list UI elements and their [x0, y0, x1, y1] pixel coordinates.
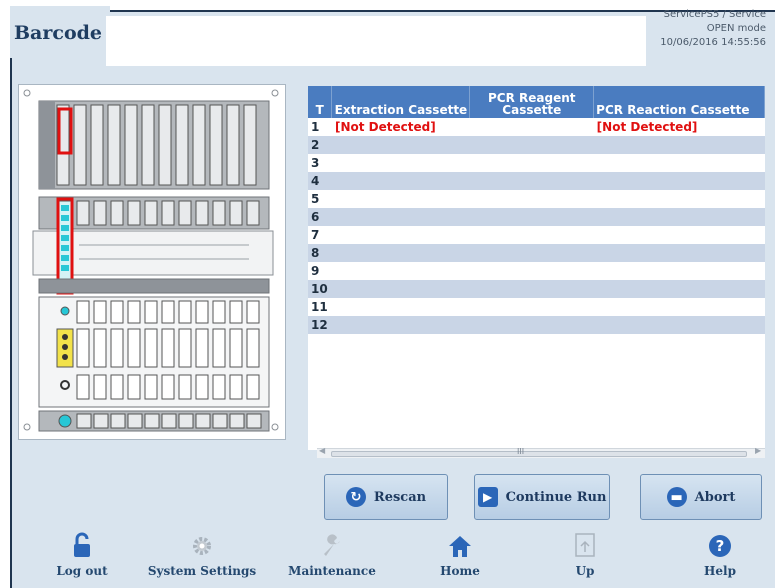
- column-header-t[interactable]: T: [308, 86, 333, 118]
- table-row[interactable]: 6: [308, 208, 765, 226]
- home-label: Home: [440, 564, 480, 578]
- rack-diagram-panel: [18, 84, 286, 440]
- table-row[interactable]: 7: [308, 226, 765, 244]
- horizontal-scrollbar[interactable]: ◀ III ▶: [317, 446, 765, 458]
- table-row[interactable]: 1 [Not Detected] [Not Detected]: [308, 118, 765, 136]
- barcode-table-panel: T Extraction Cassette PCR Reagent Casset…: [308, 86, 765, 450]
- status-user: ServicePS5 / Service: [663, 9, 766, 20]
- column-header-reaction[interactable]: PCR Reaction Cassette: [593, 86, 765, 118]
- table-row[interactable]: 4: [308, 172, 765, 190]
- logout-label: Log out: [56, 564, 108, 578]
- help-label: Help: [704, 564, 736, 578]
- column-header-extraction[interactable]: Extraction Cassette: [331, 86, 471, 118]
- rescan-label: Rescan: [373, 489, 427, 505]
- wrench-icon: [324, 534, 340, 556]
- status-info: ServicePS5 / Service OPEN mode 10/06/201…: [606, 8, 766, 50]
- column-header-reagent[interactable]: PCR Reagent Cassette: [469, 86, 595, 118]
- rack-diagram: [23, 89, 279, 432]
- table-header-row: T Extraction Cassette PCR Reagent Casset…: [308, 86, 765, 118]
- logout-button[interactable]: Log out: [27, 522, 137, 588]
- svg-text:?: ?: [716, 537, 725, 555]
- table-row[interactable]: 3: [308, 154, 765, 172]
- scrollbar-thumb[interactable]: [331, 451, 747, 457]
- header: Barcode ServicePS5 / Service OPEN mode 1…: [0, 0, 766, 66]
- table-row[interactable]: 5: [308, 190, 765, 208]
- up-arrow-document-icon: [575, 533, 595, 557]
- screw-icon: [271, 423, 279, 431]
- system-settings-label: System Settings: [147, 564, 257, 578]
- status-mode: OPEN mode: [706, 23, 766, 34]
- scroll-left-icon[interactable]: ◀: [319, 446, 325, 455]
- up-button[interactable]: Up: [530, 522, 640, 588]
- minus-circle-icon: ▬: [666, 487, 687, 507]
- screw-icon: [271, 89, 279, 97]
- scrollbar-grip: III: [517, 447, 525, 456]
- maintenance-label: Maintenance: [288, 564, 376, 578]
- screw-icon: [23, 89, 31, 97]
- up-label: Up: [575, 564, 595, 578]
- refresh-icon: ↻: [345, 487, 366, 507]
- status-datetime: 10/06/2016 14:55:56: [660, 37, 766, 48]
- play-icon: ▶: [477, 487, 498, 507]
- home-button[interactable]: Home: [405, 522, 515, 588]
- abort-label: Abort: [694, 489, 736, 505]
- table-row[interactable]: 12: [308, 316, 765, 334]
- continue-run-button[interactable]: ▶ Continue Run: [474, 474, 610, 520]
- scroll-right-icon[interactable]: ▶: [755, 446, 761, 455]
- house-icon: [449, 536, 471, 557]
- rescan-button[interactable]: ↻ Rescan: [324, 474, 448, 520]
- system-settings-button[interactable]: System Settings: [147, 522, 257, 588]
- question-mark-icon: ?: [709, 535, 731, 557]
- screw-icon: [23, 423, 31, 431]
- maintenance-button[interactable]: Maintenance: [277, 522, 387, 588]
- barcode-table: T Extraction Cassette PCR Reagent Casset…: [308, 86, 765, 334]
- abort-button[interactable]: ▬ Abort: [640, 474, 762, 520]
- table-row[interactable]: 10: [308, 280, 765, 298]
- header-blank: [106, 16, 646, 66]
- open-padlock-icon: [74, 532, 90, 557]
- table-row[interactable]: 8: [308, 244, 765, 262]
- gear-icon: [193, 537, 211, 555]
- page-title: Barcode: [14, 22, 102, 44]
- continue-run-label: Continue Run: [505, 489, 607, 505]
- table-row[interactable]: 2: [308, 136, 765, 154]
- table-row[interactable]: 9: [308, 262, 765, 280]
- help-button[interactable]: ? Help: [665, 522, 775, 588]
- table-row[interactable]: 11: [308, 298, 765, 316]
